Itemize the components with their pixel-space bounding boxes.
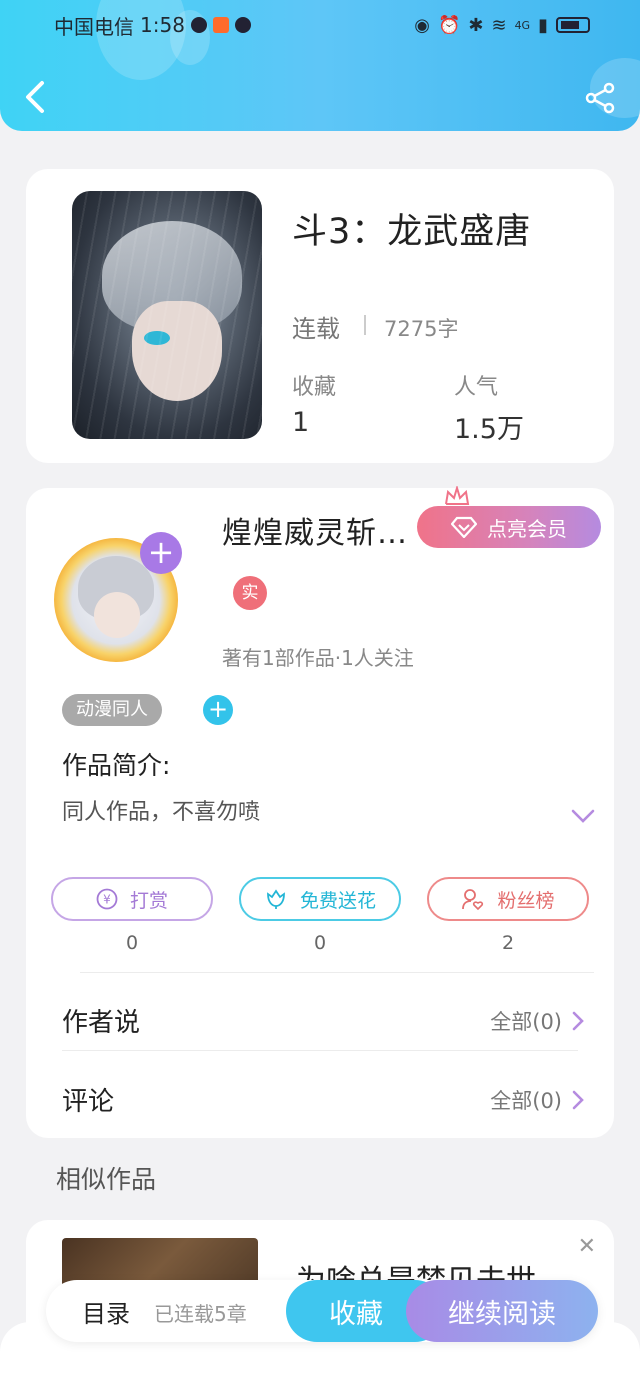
comments-count: 全部(0): [490, 1089, 562, 1113]
network-label: 4G: [514, 18, 531, 32]
bluetooth-icon: ✱: [468, 14, 484, 36]
notification-icon: [190, 17, 207, 33]
book-cover[interactable]: [72, 191, 262, 439]
intro-label: 作品简介:: [62, 751, 171, 780]
similar-works-heading: 相似作品: [56, 1165, 157, 1194]
continue-reading-button[interactable]: 继续阅读: [406, 1280, 598, 1342]
comments-label: 评论: [62, 1087, 115, 1117]
author-card: + 煌煌威灵斩… 点亮会员 实 著有1部作品·1人关注 动漫同人 + 作品简介:…: [26, 486, 614, 1138]
flower-count: 0: [313, 932, 327, 954]
back-icon[interactable]: [20, 80, 50, 114]
flower-label: 免费送花: [299, 889, 376, 912]
comments-all-link[interactable]: 全部(0): [490, 1085, 584, 1115]
word-count: 7275字: [384, 317, 459, 341]
divider: [364, 315, 366, 335]
author-says-all-link[interactable]: 全部(0): [490, 1006, 584, 1036]
divider: [80, 972, 594, 973]
svg-text:¥: ¥: [103, 893, 111, 907]
book-status: 连载: [292, 315, 340, 343]
book-title: 斗3：龙武盛唐: [292, 212, 532, 252]
chevron-down-icon[interactable]: [570, 806, 596, 826]
carrier-label: 中国电信: [54, 14, 134, 39]
favorite-label: 收藏: [329, 1298, 383, 1330]
serial-status: 已连载5章: [154, 1302, 247, 1326]
vip-label: 点亮会员: [487, 516, 567, 541]
real-name-badge: 实: [233, 576, 267, 610]
stat-label-popularity: 人气: [454, 375, 499, 400]
top-header: 中国电信 1:58 ◉ ⏰ ✱ ≋ 4G ▮: [0, 0, 640, 131]
notification-icon: [234, 17, 251, 33]
stat-value-favorites: 1: [292, 407, 310, 438]
reward-button[interactable]: ¥ 打赏: [51, 877, 213, 921]
book-info-card: 斗3：龙武盛唐 连载 7275字 收藏 1 人气 1.5万: [26, 169, 614, 463]
crown-icon: [445, 486, 470, 505]
continue-reading-label: 继续阅读: [448, 1298, 556, 1330]
signal-icon: ▮: [538, 14, 548, 36]
author-name[interactable]: 煌煌威灵斩…: [222, 508, 408, 552]
chevron-right-icon: [572, 1011, 584, 1031]
status-bar: 中国电信 1:58 ◉ ⏰ ✱ ≋ 4G ▮: [54, 8, 590, 42]
author-says-count: 全部(0): [490, 1010, 562, 1034]
reward-count: 0: [125, 932, 139, 954]
stat-label-favorites: 收藏: [292, 375, 337, 400]
flower-icon: [267, 889, 285, 909]
author-meta: 著有1部作品·1人关注: [222, 646, 414, 670]
alarm-icon: ⏰: [437, 14, 461, 36]
fan-ranking-button[interactable]: 粉丝榜: [427, 877, 589, 921]
author-says-label: 作者说: [62, 1008, 141, 1038]
vip-button[interactable]: 点亮会员: [417, 506, 601, 548]
chevron-right-icon: [572, 1090, 584, 1110]
app-notification-icon: [212, 17, 229, 33]
genre-tag[interactable]: 动漫同人: [62, 694, 162, 726]
table-of-contents-button[interactable]: 目录: [82, 1294, 130, 1329]
stat-value-popularity: 1.5万: [454, 414, 524, 445]
battery-icon: [556, 17, 590, 33]
send-flower-button[interactable]: 免费送花: [239, 877, 401, 921]
follow-author-button[interactable]: +: [140, 532, 182, 574]
diamond-icon: [451, 516, 477, 538]
bottom-action-bar: 目录 已连载5章 收藏 继续阅读: [46, 1280, 598, 1342]
clock: 1:58: [140, 13, 185, 37]
fans-icon: [462, 889, 484, 911]
yen-icon: ¥: [96, 888, 118, 910]
add-tag-button[interactable]: +: [203, 695, 233, 725]
divider: [62, 1050, 578, 1051]
wifi-icon: ≋: [491, 14, 507, 36]
fans-count: 2: [501, 932, 515, 954]
share-icon[interactable]: [584, 82, 616, 114]
reward-label: 打赏: [129, 889, 168, 912]
close-icon[interactable]: ✕: [578, 1234, 596, 1259]
intro-text: 同人作品，不喜勿喷: [62, 800, 261, 825]
fans-label: 粉丝榜: [497, 889, 555, 912]
eye-icon: ◉: [414, 14, 430, 36]
